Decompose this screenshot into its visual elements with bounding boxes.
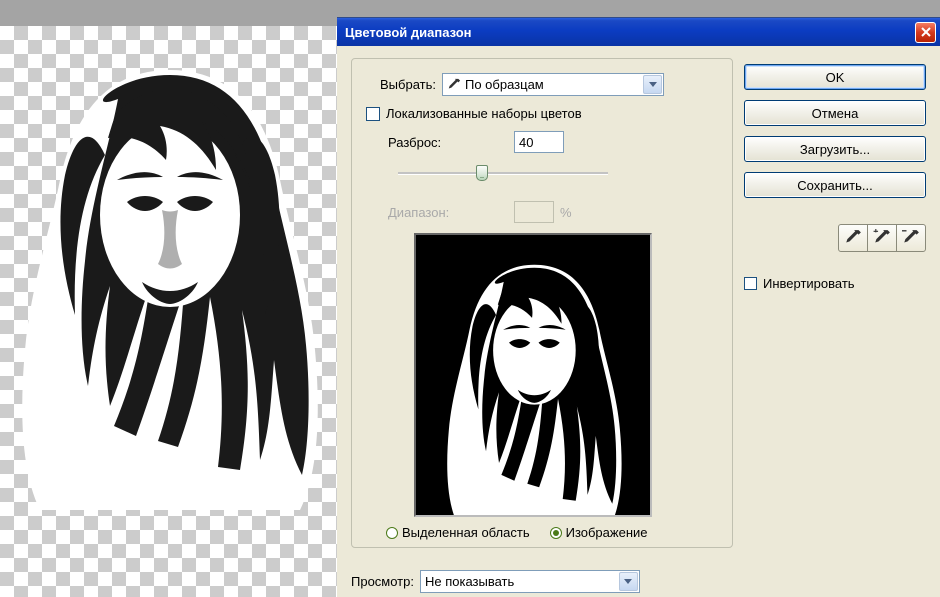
eyedropper-plus-icon [873, 229, 891, 247]
select-mode-value: По образцам [465, 74, 544, 95]
ok-button[interactable]: OK [744, 64, 926, 90]
eyedropper-add-button[interactable] [867, 224, 897, 252]
fuzziness-slider[interactable] [398, 163, 608, 183]
eyedropper-subtract-button[interactable] [896, 224, 926, 252]
preview-mode-value: Не показывать [425, 571, 514, 592]
cancel-button[interactable]: Отмена [744, 100, 926, 126]
load-button[interactable]: Загрузить... [744, 136, 926, 162]
fuzziness-label: Разброс: [388, 135, 508, 150]
checkbox-box-icon [744, 277, 757, 290]
close-icon [921, 27, 931, 37]
preview-mode-dropdown[interactable]: Не показывать [420, 570, 640, 593]
radio-selection-label: Выделенная область [402, 525, 530, 540]
range-unit: % [560, 205, 572, 220]
invert-label: Инвертировать [763, 276, 855, 291]
eyedropper-icon [447, 78, 461, 92]
radio-selection-area[interactable]: Выделенная область [386, 525, 530, 540]
slider-thumb-icon [476, 165, 488, 181]
range-label: Диапазон: [388, 205, 508, 220]
localized-colors-label: Локализованные наборы цветов [386, 106, 582, 121]
preview-portrait-image [416, 235, 652, 517]
radio-image-label: Изображение [566, 525, 648, 540]
preview-dropdown-label: Просмотр: [351, 574, 414, 589]
color-range-dialog: Цветовой диапазон Выбрать: По образцам Л [337, 17, 940, 597]
fuzziness-input[interactable] [514, 131, 564, 153]
radio-dot-icon [550, 527, 562, 539]
eyedropper-toolbar [744, 224, 926, 252]
close-button[interactable] [915, 22, 936, 43]
radio-image[interactable]: Изображение [550, 525, 648, 540]
dialog-titlebar[interactable]: Цветовой диапазон [337, 18, 940, 46]
canvas-portrait-image [10, 50, 330, 530]
canvas-checker-area [0, 26, 337, 597]
eyedropper-minus-icon [902, 229, 920, 247]
checkbox-box-icon [366, 107, 380, 121]
range-input [514, 201, 554, 223]
invert-checkbox[interactable]: Инвертировать [744, 276, 926, 291]
eyedropper-icon [844, 229, 862, 247]
selection-groupbox: Выбрать: По образцам Локализованные набо… [351, 58, 733, 548]
dialog-title: Цветовой диапазон [345, 25, 915, 40]
select-label: Выбрать: [372, 77, 436, 92]
save-button[interactable]: Сохранить... [744, 172, 926, 198]
chevron-down-icon [643, 75, 662, 94]
chevron-down-icon [619, 572, 638, 591]
selection-preview [414, 233, 652, 517]
radio-dot-icon [386, 527, 398, 539]
select-mode-dropdown[interactable]: По образцам [442, 73, 664, 96]
localized-colors-checkbox[interactable]: Локализованные наборы цветов [366, 106, 720, 121]
eyedropper-sample-button[interactable] [838, 224, 868, 252]
